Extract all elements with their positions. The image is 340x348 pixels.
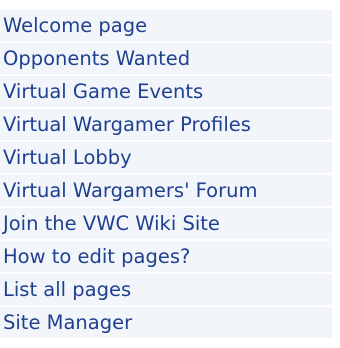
nav-link-virtual-lobby[interactable]: Virtual Lobby: [0, 142, 332, 173]
nav-link-join-vwc-wiki[interactable]: Join the VWC Wiki Site: [0, 208, 332, 239]
nav-item-profiles: Virtual Wargamer Profiles: [0, 109, 332, 140]
nav-link-virtual-wargamer-profiles[interactable]: Virtual Wargamer Profiles: [0, 109, 332, 140]
nav-item-join: Join the VWC Wiki Site: [0, 208, 332, 239]
nav-item-welcome: Welcome page: [0, 10, 332, 41]
nav-item-list: List all pages: [0, 274, 332, 305]
nav-link-list-all-pages[interactable]: List all pages: [0, 274, 332, 305]
nav-item-manager: Site Manager: [0, 307, 332, 338]
side-navigation-menu: Welcome page Opponents Wanted Virtual Ga…: [0, 10, 332, 340]
nav-item-lobby: Virtual Lobby: [0, 142, 332, 173]
nav-item-events: Virtual Game Events: [0, 76, 332, 107]
nav-link-opponents-wanted[interactable]: Opponents Wanted: [0, 43, 332, 74]
nav-link-welcome-page[interactable]: Welcome page: [0, 10, 332, 41]
nav-link-virtual-wargamers-forum[interactable]: Virtual Wargamers' Forum: [0, 175, 332, 206]
nav-item-opponents: Opponents Wanted: [0, 43, 332, 74]
nav-item-forum: Virtual Wargamers' Forum: [0, 175, 332, 206]
nav-item-howto: How to edit pages?: [0, 241, 332, 272]
nav-link-site-manager[interactable]: Site Manager: [0, 307, 332, 338]
nav-link-how-to-edit-pages[interactable]: How to edit pages?: [0, 241, 332, 272]
nav-link-virtual-game-events[interactable]: Virtual Game Events: [0, 76, 332, 107]
